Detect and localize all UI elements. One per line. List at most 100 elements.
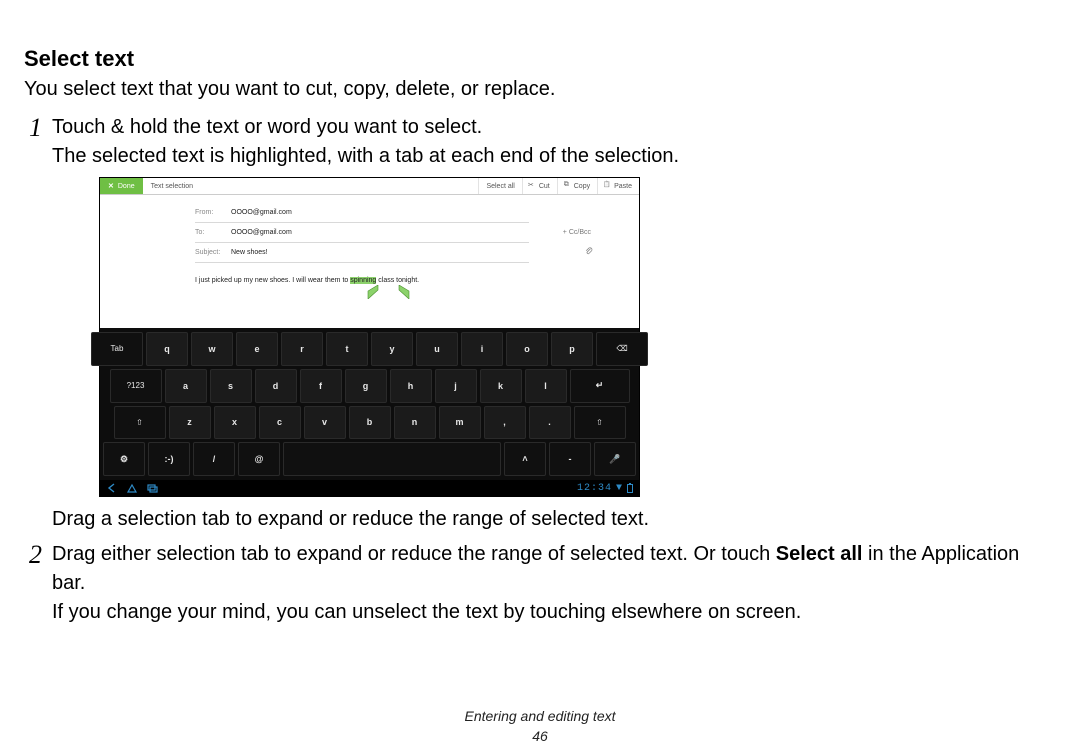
- recent-icon[interactable]: [146, 482, 158, 494]
- key-p[interactable]: p: [551, 332, 593, 366]
- key-u[interactable]: u: [416, 332, 458, 366]
- step-2: 2 Drag either selection tab to expand or…: [24, 540, 1056, 627]
- key-sym[interactable]: ?123: [110, 369, 162, 403]
- key-f[interactable]: f: [300, 369, 342, 403]
- key-i[interactable]: i: [461, 332, 503, 366]
- key-slash[interactable]: /: [193, 442, 235, 476]
- key-b[interactable]: b: [349, 406, 391, 440]
- key-g[interactable]: g: [345, 369, 387, 403]
- key-period[interactable]: .: [529, 406, 571, 440]
- home-icon[interactable]: [126, 482, 138, 494]
- step2-line-a: Drag either selection tab to expand or r…: [52, 540, 1056, 598]
- attach-icon[interactable]: [585, 246, 593, 258]
- from-field: From: OOOO@gmail.com: [195, 203, 529, 223]
- key-comma[interactable]: ,: [484, 406, 526, 440]
- key-at[interactable]: @: [238, 442, 280, 476]
- key-shift-right[interactable]: ⇧: [574, 406, 626, 440]
- key-l[interactable]: l: [525, 369, 567, 403]
- shift-icon: ⇧: [136, 418, 143, 427]
- key-tab[interactable]: Tab: [91, 332, 143, 366]
- to-field[interactable]: To: OOOO@gmail.com + Cc/Bcc: [195, 223, 529, 243]
- status-area[interactable]: 12:34 ▼: [577, 483, 633, 494]
- to-value: OOOO@gmail.com: [231, 229, 529, 236]
- enter-icon: ↵: [596, 380, 604, 391]
- back-icon[interactable]: [106, 482, 118, 494]
- key-s[interactable]: s: [210, 369, 252, 403]
- compose-form: From: OOOO@gmail.com To: OOOO@gmail.com …: [100, 195, 639, 328]
- key-a[interactable]: a: [165, 369, 207, 403]
- key-w[interactable]: w: [191, 332, 233, 366]
- body-after: class tonight.: [376, 277, 419, 284]
- key-q[interactable]: q: [146, 332, 188, 366]
- cut-button[interactable]: Cut: [522, 178, 557, 194]
- mic-icon: 🎤: [609, 454, 620, 465]
- key-m[interactable]: m: [439, 406, 481, 440]
- key-row-4: ⚙ :-) / @ ˄ - 🎤: [103, 442, 636, 476]
- key-k[interactable]: k: [480, 369, 522, 403]
- paste-icon: [605, 183, 611, 190]
- select-all-button[interactable]: Select all: [478, 178, 521, 194]
- subject-label: Subject:: [195, 249, 231, 256]
- key-space[interactable]: [283, 442, 501, 476]
- done-button[interactable]: ✕ Done: [100, 178, 143, 194]
- key-row-1: Tab q w e r t y u i o p ⌫: [103, 332, 636, 366]
- step-number: 2: [24, 540, 42, 627]
- battery-icon: [627, 484, 633, 493]
- step-1-after: Drag a selection tab to expand or reduce…: [24, 505, 1056, 534]
- step-1: 1 Touch & hold the text or word you want…: [24, 113, 1056, 171]
- key-smile[interactable]: :-): [148, 442, 190, 476]
- footer-text: Entering and editing text: [0, 708, 1080, 724]
- done-label: Done: [118, 183, 135, 190]
- step1-after-text: Drag a selection tab to expand or reduce…: [52, 505, 649, 534]
- clock-text: 12:34: [577, 483, 612, 494]
- to-label: To:: [195, 229, 231, 236]
- wifi-icon: ▼: [616, 483, 623, 494]
- shift-icon: ⇧: [596, 418, 603, 427]
- key-r[interactable]: r: [281, 332, 323, 366]
- copy-button[interactable]: Copy: [557, 178, 597, 194]
- key-enter[interactable]: ↵: [570, 369, 630, 403]
- page-number: 46: [0, 728, 1080, 744]
- key-mic[interactable]: 🎤: [594, 442, 636, 476]
- close-icon: ✕: [108, 182, 114, 190]
- from-label: From:: [195, 209, 231, 216]
- key-settings[interactable]: ⚙: [103, 442, 145, 476]
- key-n[interactable]: n: [394, 406, 436, 440]
- body-before: I just picked up my new shoes. I will we…: [195, 277, 350, 284]
- gear-icon: ⚙: [120, 454, 128, 465]
- step2-line-b: If you change your mind, you can unselec…: [52, 598, 1056, 627]
- key-j[interactable]: j: [435, 369, 477, 403]
- key-row-2: ?123 a s d f g h j k l ↵: [103, 369, 636, 403]
- key-t[interactable]: t: [326, 332, 368, 366]
- keyboard: Tab q w e r t y u i o p ⌫ ?123: [100, 328, 639, 480]
- key-v[interactable]: v: [304, 406, 346, 440]
- key-backspace[interactable]: ⌫: [596, 332, 648, 366]
- step1-line2: The selected text is highlighted, with a…: [52, 142, 679, 171]
- key-d[interactable]: d: [255, 369, 297, 403]
- selected-text[interactable]: spinning: [350, 277, 376, 284]
- screenshot: ✕ Done Text selection Select all Cut Cop…: [99, 177, 1056, 497]
- subject-field[interactable]: Subject: New shoes!: [195, 243, 529, 263]
- key-y[interactable]: y: [371, 332, 413, 366]
- key-e[interactable]: e: [236, 332, 278, 366]
- key-c[interactable]: c: [259, 406, 301, 440]
- key-z[interactable]: z: [169, 406, 211, 440]
- key-shift-left[interactable]: ⇧: [114, 406, 166, 440]
- cut-icon: [530, 183, 536, 190]
- key-row-3: ⇧ z x c v b n m , . ⇧: [103, 406, 636, 440]
- key-dash[interactable]: -: [549, 442, 591, 476]
- key-h[interactable]: h: [390, 369, 432, 403]
- section-title: Select text: [24, 46, 1056, 72]
- paste-button[interactable]: Paste: [597, 178, 639, 194]
- key-caret[interactable]: ˄: [504, 442, 546, 476]
- key-o[interactable]: o: [506, 332, 548, 366]
- subject-value: New shoes!: [231, 249, 529, 256]
- email-body[interactable]: I just picked up my new shoes. I will we…: [195, 263, 529, 286]
- ccbcc-button[interactable]: + Cc/Bcc: [563, 229, 591, 236]
- selection-handle-left[interactable]: [367, 285, 379, 299]
- key-x[interactable]: x: [214, 406, 256, 440]
- step-number: 1: [24, 113, 42, 171]
- selection-handle-right[interactable]: [398, 285, 410, 299]
- step1-line1: Touch & hold the text or word you want t…: [52, 113, 679, 142]
- system-nav-bar: 12:34 ▼: [100, 480, 639, 496]
